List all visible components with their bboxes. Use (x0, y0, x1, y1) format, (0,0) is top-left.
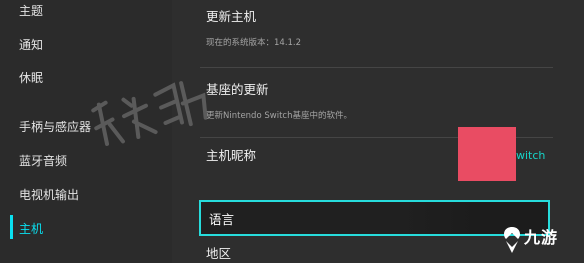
brand-mark-icon (504, 227, 520, 253)
sidebar-item-themes[interactable]: 主题 (19, 3, 43, 19)
console-nickname-value: witch (516, 149, 546, 162)
dock-update-title[interactable]: 基座的更新 (206, 82, 269, 98)
sidebar-item-sleep[interactable]: 休眠 (19, 70, 43, 86)
language-row[interactable]: 语言 (199, 200, 550, 236)
redaction-box (458, 127, 516, 181)
sidebar-item-tv-output[interactable]: 电视机输出 (19, 187, 79, 203)
language-label: 语言 (209, 212, 235, 227)
dock-update-description: 更新Nintendo Switch基座中的软件。 (206, 111, 352, 121)
region-row[interactable]: 地区 (206, 246, 231, 262)
console-nickname-title[interactable]: 主机昵称 (206, 148, 256, 164)
sidebar-item-system[interactable]: 主机 (19, 221, 43, 237)
brand-logo-text: 九游 (524, 228, 559, 247)
divider (200, 67, 553, 68)
active-indicator (10, 215, 13, 239)
brand-logo: 九游 (500, 222, 580, 258)
sidebar-item-notifications[interactable]: 通知 (19, 37, 43, 53)
settings-sidebar: 主题 通知 休眠 手柄与感应器 蓝牙音频 电视机输出 主机 (0, 0, 172, 263)
system-version-text: 现在的系统版本：14.1.2 (206, 38, 302, 48)
sidebar-item-controllers-sensors[interactable]: 手柄与感应器 (19, 119, 91, 135)
update-console-title[interactable]: 更新主机 (206, 9, 256, 25)
sidebar-item-bluetooth-audio[interactable]: 蓝牙音频 (19, 153, 67, 169)
